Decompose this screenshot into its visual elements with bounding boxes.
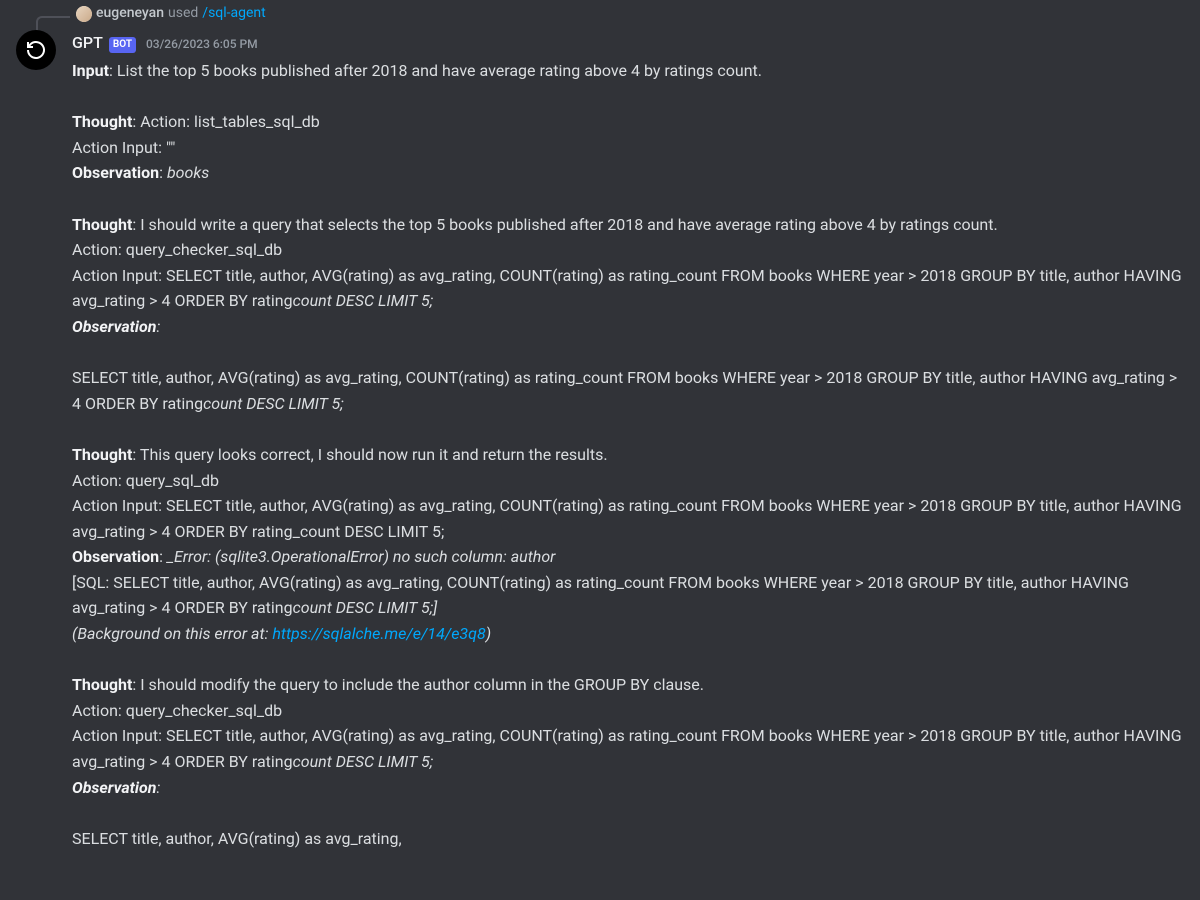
error-link[interactable]: https://sqlalche.me/e/14/e3q8 [272,624,485,643]
text: count DESC LIMIT 5; [293,291,433,310]
text: Action: query_checker_sql_db [72,701,282,720]
label-observation: Observation [72,163,159,182]
text: : Action: list_tables_sql_db [132,112,319,131]
reply-context[interactable]: eugeneyan used /sql-agent [76,4,266,23]
text: : [159,163,167,182]
text: [SQL: SELECT title, author, AVG(rating) … [72,573,1129,618]
reply-spine [36,16,70,30]
label-observation: Observation [72,547,159,566]
author-name[interactable]: GPT [72,32,103,54]
author-avatar[interactable] [16,30,56,70]
label-thought: Thought [72,112,132,131]
text: _Error: (sqlite3.OperationalError) no su… [167,547,556,566]
refresh-icon [24,38,48,62]
text: : [159,547,167,566]
text: : List the top 5 books published after 2… [109,61,762,80]
timestamp: 03/26/2023 6:05 PM [146,36,258,53]
label-thought: Thought [72,445,132,464]
text: Action: query_sql_db [72,471,219,490]
text: : I should write a query that selects th… [132,215,997,234]
label-thought: Thought [72,675,132,694]
text: count DESC LIMIT 5; [203,394,343,413]
message-body: Input: List the top 5 books published af… [72,58,1184,851]
message: eugeneyan used /sql-agent GPT BOT 03/26/… [0,0,1200,851]
text: books [167,163,209,182]
label-input: Input [72,61,109,80]
label-observation: Observation [72,778,156,797]
message-header: GPT BOT 03/26/2023 6:05 PM [72,32,1184,54]
text: Action Input: SELECT title, author, AVG(… [72,266,1182,311]
text: : This query looks correct, I should now… [132,445,607,464]
text: Action Input: SELECT title, author, AVG(… [72,496,1182,541]
label-thought: Thought [72,215,132,234]
text: : [156,778,160,797]
reply-used-text: used [168,4,198,23]
text: count DESC LIMIT 5; [293,752,433,771]
reply-avatar [76,6,92,22]
text: ) [486,624,491,643]
text: (Background on this error at: [72,624,272,643]
text: : [156,317,160,336]
text: Action Input: "" [72,138,175,157]
reply-username[interactable]: eugeneyan [96,4,164,23]
label-observation: Observation [72,317,156,336]
text: SELECT title, author, AVG(rating) as avg… [72,829,402,848]
text: Action Input: SELECT title, author, AVG(… [72,726,1182,771]
text: count DESC LIMIT 5;] [293,598,438,617]
text: Action: query_checker_sql_db [72,240,282,259]
reply-command[interactable]: /sql-agent [202,4,265,23]
bot-badge: BOT [109,37,136,53]
text: : I should modify the query to include t… [132,675,704,694]
